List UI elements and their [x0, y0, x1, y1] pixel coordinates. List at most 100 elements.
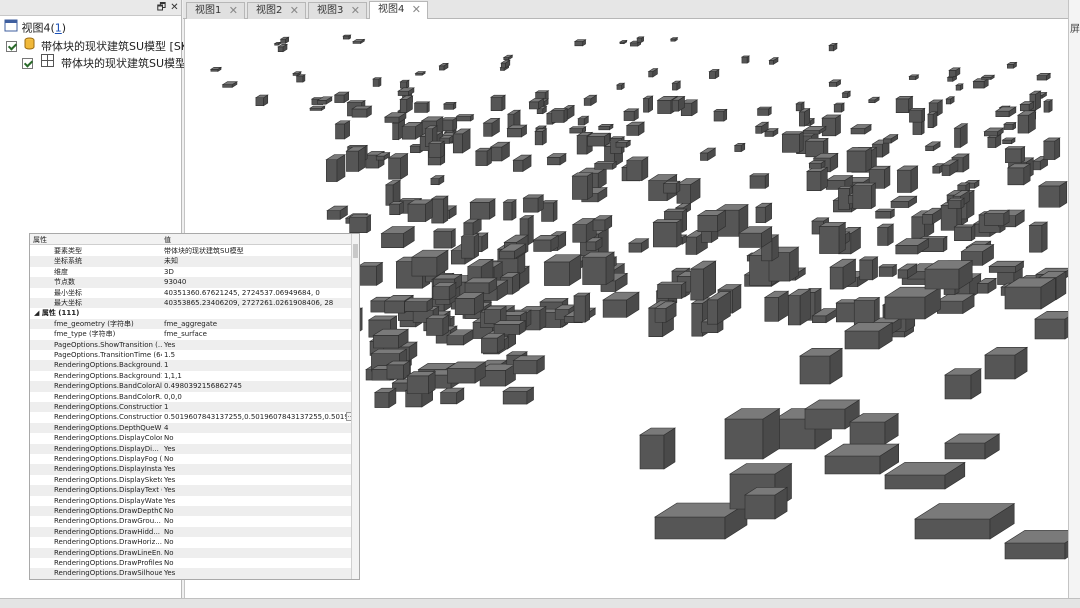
building-block: [980, 74, 996, 81]
property-row[interactable]: RenderingOptions.DrawHidd... No: [30, 526, 352, 538]
property-row[interactable]: 坐标系统 未知: [30, 256, 352, 267]
property-name: 节点数: [54, 278, 75, 287]
close-panel-icon[interactable]: ✕: [168, 1, 181, 14]
building-block: [452, 128, 472, 154]
close-icon[interactable]: ✕: [412, 2, 421, 18]
property-row[interactable]: RenderingOptions.DepthQueWi... 4: [30, 422, 352, 434]
building-block: [469, 198, 497, 220]
property-row[interactable]: 要素类型 带体块的现状建筑SU模型: [30, 246, 352, 256]
building-block: [506, 124, 528, 138]
property-name: fme_type (字符串): [54, 330, 116, 339]
property-row[interactable]: fme_type (字符串) fme_surface: [30, 329, 352, 339]
property-row[interactable]: RenderingOptions.DrawSilhouet... Yes: [30, 568, 352, 579]
building-block: [334, 120, 351, 140]
property-value: Yes: [164, 475, 176, 484]
building-block: [945, 96, 956, 105]
property-row[interactable]: RenderingOptions.BandColorAl... 0.4980392…: [30, 381, 352, 392]
building-block: [502, 199, 518, 221]
property-row[interactable]: RenderingOptions.DisplayText (... Yes: [30, 485, 352, 496]
property-row[interactable]: fme_geometry (字符串) fme_aggregate: [30, 318, 352, 330]
building-block: [502, 386, 535, 405]
building-block: [808, 160, 827, 169]
property-row[interactable]: RenderingOptions.Construction... 1: [30, 402, 352, 413]
property-name: RenderingOptions.DrawLineEn...: [54, 548, 162, 557]
property-row[interactable]: RenderingOptions.DisplayColor... No: [30, 433, 352, 443]
property-row[interactable]: RenderingOptions.DrawDepthQ... No: [30, 506, 352, 517]
property-row[interactable]: RenderingOptions.DisplayFog (... No: [30, 454, 352, 464]
property-row[interactable]: RenderingOptions.DisplaySketc... Yes: [30, 475, 352, 485]
property-name: RenderingOptions.DrawDepthQ...: [54, 507, 162, 515]
property-value: Yes: [164, 486, 176, 495]
dataset-visibility-checkbox[interactable]: [6, 41, 17, 52]
property-group-row[interactable]: ◢ 属性 (111): [30, 308, 352, 318]
property-value: No: [164, 548, 174, 557]
building-block: [221, 81, 238, 88]
property-row[interactable]: RenderingOptions.DisplayWater... Yes: [30, 496, 352, 506]
building-block: [406, 199, 434, 223]
property-row[interactable]: RenderingOptions.DrawUnde...Yes: [30, 579, 352, 580]
property-row[interactable]: RenderingOptions.Construction... 0.501960…: [30, 412, 355, 422]
property-value: 40351360.67621245, 2724537.06949684, 0: [164, 288, 320, 297]
property-row[interactable]: 节点数 93040: [30, 277, 352, 288]
building-block: [955, 83, 964, 91]
large-building: [743, 486, 789, 520]
property-value: 93040: [164, 278, 187, 287]
building-block: [333, 91, 350, 104]
properties-scrollbar[interactable]: [351, 234, 359, 579]
building-block: [763, 290, 790, 322]
close-icon[interactable]: ✕: [290, 3, 299, 19]
property-value: No: [164, 538, 174, 547]
building-block: [372, 77, 382, 88]
property-name: RenderingOptions.BandColorR...: [54, 392, 162, 401]
property-value: No: [164, 527, 174, 536]
property-row[interactable]: 维度 3D: [30, 267, 352, 277]
property-row[interactable]: RenderingOptions.Background.... 1: [30, 360, 352, 371]
building-block: [706, 290, 732, 325]
building-block: [615, 82, 626, 91]
property-row[interactable]: 最大坐标 40353865.23406209, 2727261.026190840…: [30, 298, 352, 309]
close-icon[interactable]: ✕: [229, 3, 238, 19]
property-row[interactable]: RenderingOptions.DrawHoriz... No: [30, 537, 352, 547]
building-block: [1037, 180, 1068, 208]
close-icon[interactable]: ✕: [351, 3, 360, 19]
tree-root-count[interactable]: 1: [55, 22, 62, 35]
tree-root-view4[interactable]: 视图4(1): [4, 19, 66, 37]
tab-view1[interactable]: 视图1 ✕: [186, 2, 245, 19]
layer-label: 带体块的现状建筑SU模型 (: [61, 56, 194, 70]
building-block: [911, 119, 926, 136]
property-row[interactable]: PageOptions.ShowTransition (... Yes: [30, 339, 352, 350]
tree-item-dataset[interactable]: 带体块的现状建筑SU模型 [SKP: [6, 37, 195, 55]
property-row[interactable]: RenderingOptions.DrawGrou... No: [30, 516, 352, 526]
building-block: [460, 233, 480, 259]
large-building: [1003, 530, 1069, 560]
property-row[interactable]: RenderingOptions.BandColorR... 0,0,0: [30, 392, 352, 402]
property-row[interactable]: RenderingOptions.DisplayInstan... Yes: [30, 464, 352, 475]
building-block: [413, 101, 431, 114]
large-building: [843, 322, 894, 350]
right-panel-tab[interactable]: 屏: [1070, 20, 1080, 35]
property-row[interactable]: RenderingOptions.DrawLineEn... No: [30, 547, 352, 558]
building-block: [699, 147, 717, 161]
scrollbar-thumb[interactable]: [353, 244, 358, 258]
building-block: [896, 165, 919, 193]
property-row[interactable]: RenderingOptions.DisplayDi... Yes: [30, 443, 352, 454]
building-block: [372, 328, 410, 349]
property-row[interactable]: 最小坐标 40351360.67621245, 2724537.06949684,…: [30, 288, 352, 298]
tab-view3[interactable]: 视图3 ✕: [308, 2, 367, 19]
building-block: [1042, 99, 1054, 113]
property-row[interactable]: PageOptions.TransitionTime (64... 1.5: [30, 350, 352, 360]
tab-view2[interactable]: 视图2 ✕: [247, 2, 306, 19]
tab-view4[interactable]: 视图4 ✕: [369, 1, 428, 19]
property-row[interactable]: RenderingOptions.DrawProfiles... No: [30, 558, 352, 568]
layer-visibility-checkbox[interactable]: [22, 58, 33, 69]
building-block: [713, 108, 728, 122]
building-block: [571, 172, 594, 201]
building-block: [924, 141, 942, 152]
building-block: [878, 264, 898, 277]
building-block: [833, 102, 846, 113]
property-row[interactable]: RenderingOptions.Background1....1,1,1: [30, 371, 352, 381]
building-block: [480, 332, 506, 354]
tree-item-layer[interactable]: 带体块的现状建筑SU模型 (: [22, 54, 194, 72]
float-panel-icon[interactable]: 🗗: [155, 1, 168, 14]
large-building: [1033, 310, 1069, 340]
